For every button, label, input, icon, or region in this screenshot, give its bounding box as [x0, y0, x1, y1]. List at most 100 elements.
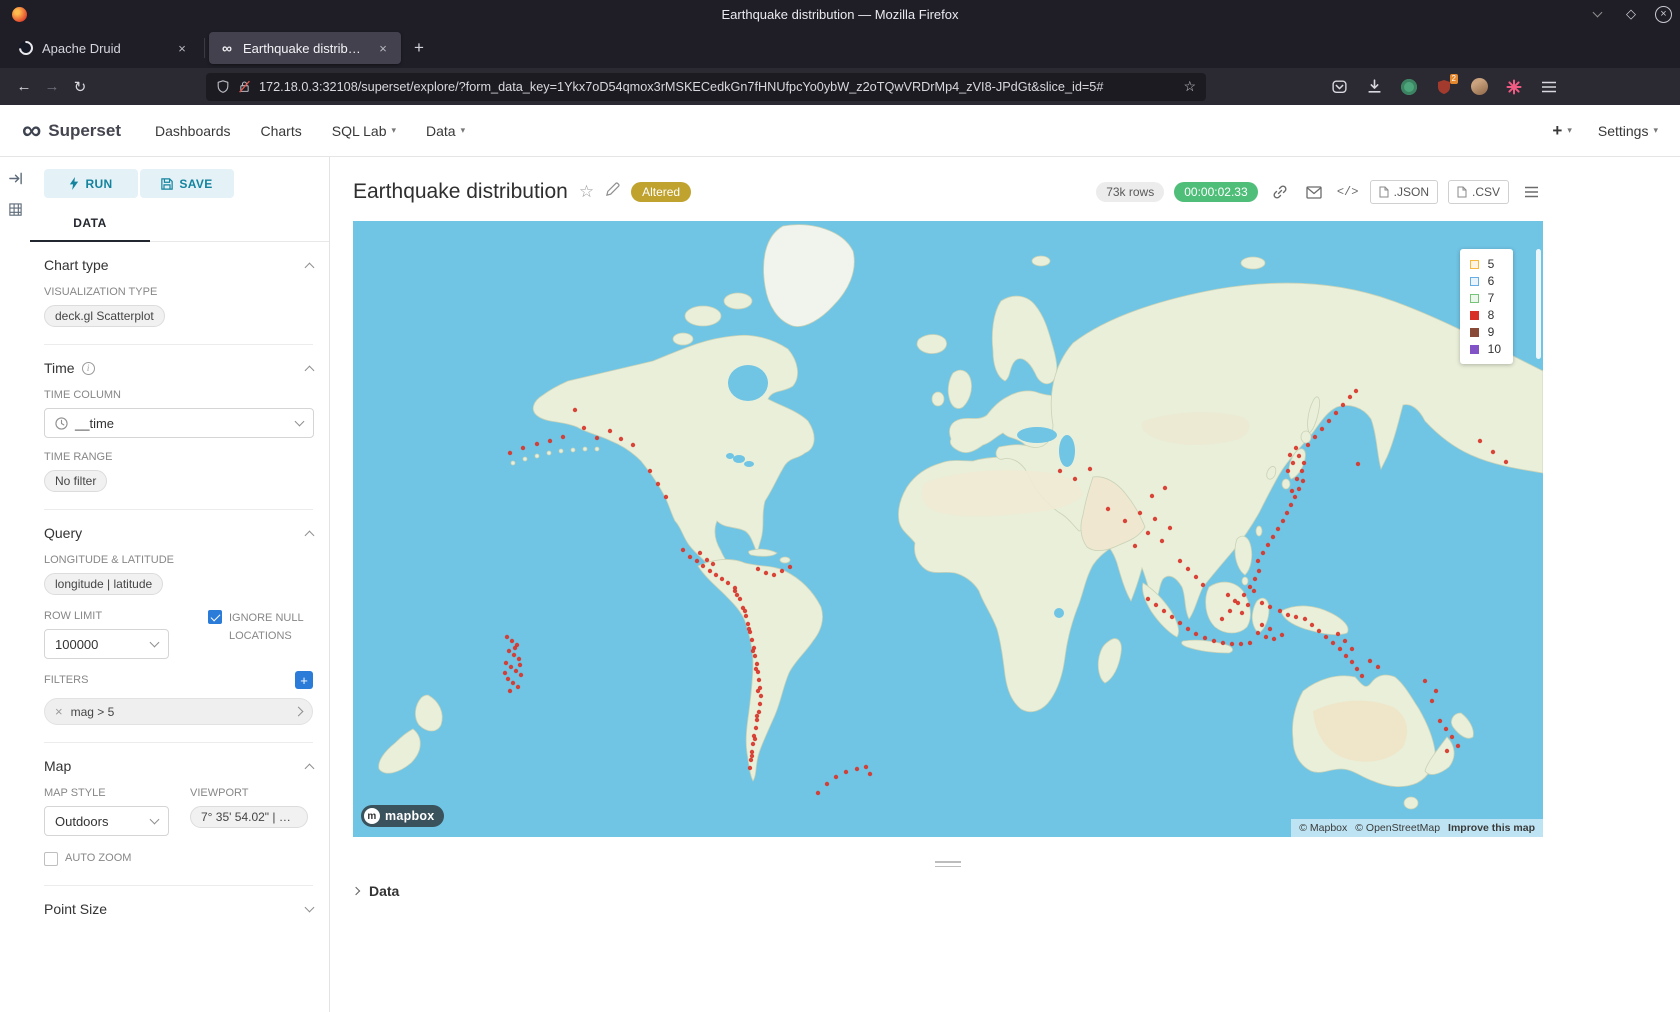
dataset-grid-icon[interactable] — [8, 202, 23, 217]
new-item-button[interactable]: +▾ — [1552, 121, 1571, 141]
embed-code-icon[interactable]: </> — [1336, 180, 1360, 204]
ignore-null-checkbox-row[interactable]: IGNORE NULL LOCATIONS — [208, 610, 313, 645]
save-button[interactable]: SAVE — [140, 169, 234, 198]
earthquake-point — [751, 649, 755, 653]
earthquake-point — [1201, 583, 1205, 587]
earthquake-point — [582, 426, 586, 430]
extension-shield-icon[interactable]: 2 — [1433, 76, 1455, 98]
point-size-header[interactable]: Point Size — [44, 901, 313, 917]
bookmark-star-icon[interactable]: ☆ — [1183, 78, 1196, 95]
nav-data[interactable]: Data▾ — [426, 123, 465, 139]
altered-badge[interactable]: Altered — [631, 182, 691, 202]
maximize-icon[interactable]: ◇ — [1621, 5, 1641, 23]
earthquake-point — [1246, 603, 1250, 607]
superset-logo[interactable]: ∞ Superset — [22, 117, 121, 144]
attribution-improve[interactable]: Improve this map — [1448, 822, 1535, 834]
nav-sql-lab[interactable]: SQL Lab▾ — [332, 123, 396, 139]
row-limit-select[interactable]: 100000 — [44, 629, 169, 659]
legend-item[interactable]: 6 — [1470, 274, 1501, 288]
scrollbar-thumb[interactable] — [1536, 249, 1541, 359]
profile-avatar[interactable] — [1468, 76, 1490, 98]
chart-area: Earthquake distribution ☆ Altered 73k ro… — [330, 157, 1680, 1012]
world-map[interactable]: 5 6 7 8 9 10 m mapbox © Mapbox © OpenStreetMa… — [353, 221, 1543, 837]
nav-charts[interactable]: Charts — [261, 123, 302, 139]
lonlat-label: LONGITUDE & LATITUDE — [44, 554, 313, 566]
forward-icon[interactable]: → — [38, 74, 66, 100]
legend-item[interactable]: 10 — [1470, 342, 1501, 356]
time-header[interactable]: Timei — [44, 360, 313, 376]
favorite-star-icon[interactable]: ☆ — [579, 182, 594, 202]
earthquake-point — [510, 639, 514, 643]
download-icon[interactable] — [1363, 76, 1385, 98]
file-icon — [1457, 186, 1467, 198]
export-json-button[interactable]: .JSON — [1370, 180, 1438, 204]
viewport-chip[interactable]: 7° 35' 54.02" | 31... — [190, 806, 308, 828]
time-column-select[interactable]: __time — [44, 408, 314, 438]
mapbox-logo[interactable]: m mapbox — [361, 805, 444, 827]
back-icon[interactable]: ← — [10, 74, 38, 100]
earthquake-point — [834, 775, 838, 779]
earthquake-point — [516, 685, 520, 689]
reload-icon[interactable]: ↻ — [66, 74, 94, 100]
drag-handle-icon[interactable] — [935, 861, 961, 867]
checkbox-checked-icon[interactable] — [208, 610, 222, 624]
close-tab-icon[interactable]: × — [375, 41, 391, 56]
time-range-chip[interactable]: No filter — [44, 470, 107, 492]
earthquake-point — [1220, 617, 1224, 621]
tab-apache-druid[interactable]: Apache Druid × — [8, 32, 200, 64]
earthquake-point — [1355, 667, 1359, 671]
export-csv-button[interactable]: .CSV — [1448, 180, 1509, 204]
url-bar[interactable]: 172.18.0.3:32108/superset/explore/?form_… — [206, 73, 1206, 101]
earthquake-point — [1341, 403, 1345, 407]
legend-item[interactable]: 9 — [1470, 325, 1501, 339]
legend-item[interactable]: 7 — [1470, 291, 1501, 305]
earthquake-point — [688, 555, 692, 559]
pocket-icon[interactable] — [1328, 76, 1350, 98]
close-window-icon[interactable]: × — [1655, 6, 1672, 23]
collapse-panel-icon[interactable] — [8, 171, 23, 186]
map-style-select[interactable]: Outdoors — [44, 806, 169, 836]
chart-type-header[interactable]: Chart type — [44, 257, 313, 273]
legend-item[interactable]: 8 — [1470, 308, 1501, 322]
minimize-icon[interactable] — [1587, 5, 1607, 23]
extension-asterisk-icon[interactable] — [1503, 76, 1525, 98]
filter-chip[interactable]: × mag > 5 — [44, 698, 313, 725]
edit-pencil-icon[interactable] — [605, 182, 620, 202]
url-text[interactable]: 172.18.0.3:32108/superset/explore/?form_… — [259, 80, 1175, 94]
remove-filter-icon[interactable]: × — [55, 704, 63, 719]
legend-swatch-icon — [1470, 345, 1479, 354]
tab-data[interactable]: DATA — [30, 208, 150, 238]
checkbox-unchecked-icon[interactable] — [44, 852, 58, 866]
legend-item[interactable]: 5 — [1470, 257, 1501, 271]
attribution-osm[interactable]: © OpenStreetMap — [1355, 822, 1440, 834]
shield-icon[interactable] — [216, 79, 230, 94]
info-icon: i — [82, 362, 95, 375]
attribution-mapbox[interactable]: © Mapbox — [1299, 822, 1347, 834]
email-icon[interactable] — [1302, 180, 1326, 204]
menu-icon[interactable] — [1538, 76, 1560, 98]
nav-dashboards[interactable]: Dashboards — [155, 123, 231, 139]
panel-resizer[interactable] — [353, 861, 1543, 867]
auto-zoom-checkbox-row[interactable]: AUTO ZOOM — [44, 850, 313, 868]
earthquake-point — [1491, 450, 1495, 454]
add-filter-button[interactable]: + — [295, 671, 313, 689]
tab-earthquake-distribution[interactable]: ∞ Earthquake distribution × — [209, 32, 401, 64]
nav-settings[interactable]: Settings▾ — [1598, 123, 1658, 139]
earthquake-point — [535, 442, 539, 446]
close-tab-icon[interactable]: × — [174, 41, 190, 56]
new-tab-button[interactable]: + — [405, 34, 433, 62]
query-header[interactable]: Query — [44, 525, 313, 541]
extension-green-icon[interactable] — [1398, 76, 1420, 98]
run-button[interactable]: RUN — [44, 169, 138, 198]
firefox-icon[interactable] — [12, 7, 27, 22]
data-results-panel[interactable]: Data — [353, 883, 1680, 899]
earthquake-point — [1150, 494, 1154, 498]
chart-menu-icon[interactable] — [1519, 180, 1543, 204]
insecure-lock-icon[interactable] — [238, 79, 251, 94]
lonlat-chip[interactable]: longitude | latitude — [44, 573, 163, 595]
viz-type-chip[interactable]: deck.gl Scatterplot — [44, 305, 165, 327]
map-header[interactable]: Map — [44, 758, 313, 774]
earthquake-point — [1256, 631, 1260, 635]
share-link-icon[interactable] — [1268, 180, 1292, 204]
earthquake-point — [1434, 689, 1438, 693]
